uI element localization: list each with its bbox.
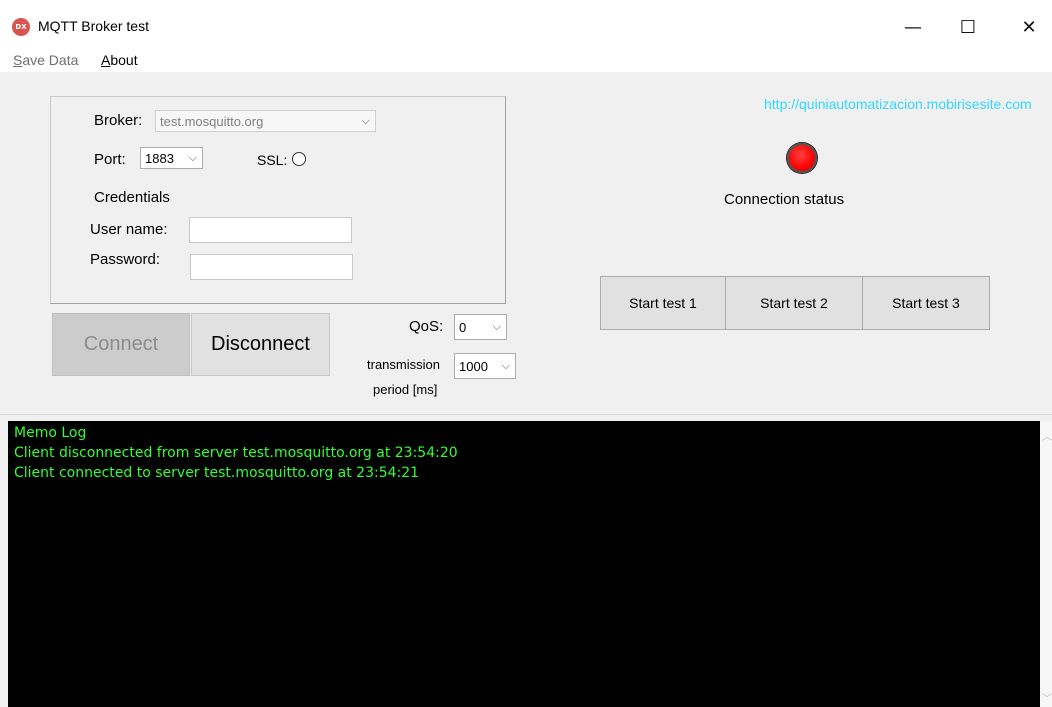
- connect-button[interactable]: Connect: [52, 313, 190, 376]
- menu-bar: [0, 50, 1052, 72]
- chevron-down-icon: ⌵: [361, 114, 370, 127]
- broker-label: Broker:: [94, 112, 143, 129]
- website-link[interactable]: http://quiniautomatizacion.mobirisesite.…: [764, 96, 1032, 112]
- start-test-1-button[interactable]: Start test 1: [600, 276, 726, 330]
- scroll-up-icon[interactable]: ︿: [1042, 428, 1052, 443]
- password-input[interactable]: [190, 254, 353, 280]
- password-label: Password:: [90, 251, 161, 268]
- port-select[interactable]: 1883 ⌵: [140, 147, 203, 169]
- start-test-2-button[interactable]: Start test 2: [725, 276, 863, 330]
- qos-select[interactable]: 0 ⌵: [454, 314, 507, 340]
- disconnect-button[interactable]: Disconnect: [191, 313, 330, 376]
- minimize-button[interactable]: —: [890, 12, 936, 42]
- menu-save-data[interactable]: Save Data: [13, 52, 78, 68]
- connection-status-label: Connection status: [724, 191, 845, 208]
- transmission-period-value: 1000: [459, 358, 488, 374]
- username-input[interactable]: [189, 217, 352, 243]
- broker-value: test.mosquitto.org: [160, 113, 264, 129]
- broker-select[interactable]: test.mosquitto.org ⌵: [155, 110, 376, 132]
- memo-line: Client connected to server test.mosquitt…: [14, 465, 420, 481]
- credentials-label: Credentials: [94, 189, 170, 206]
- window-title: MQTT Broker test: [38, 18, 149, 34]
- chevron-down-icon: ⌵: [501, 359, 510, 372]
- maximize-button[interactable]: ☐: [945, 12, 991, 42]
- qos-value: 0: [459, 319, 467, 335]
- connection-status-led: [787, 143, 817, 173]
- close-button[interactable]: ✕: [1006, 12, 1052, 42]
- start-test-3-button[interactable]: Start test 3: [862, 276, 990, 330]
- chevron-down-icon: ⌵: [188, 151, 197, 164]
- memo-scrollbar[interactable]: [1040, 421, 1052, 707]
- memo-line: Memo Log: [14, 425, 87, 441]
- ssl-radio[interactable]: [292, 152, 306, 166]
- username-label: User name:: [90, 221, 168, 238]
- port-value: 1883: [145, 150, 174, 166]
- ssl-label: SSL:: [257, 152, 288, 168]
- transmission-period-select[interactable]: 1000 ⌵: [454, 353, 516, 379]
- scroll-down-icon[interactable]: ﹀: [1042, 690, 1052, 705]
- app-icon: DX: [12, 18, 30, 36]
- memo-line: Client disconnected from server test.mos…: [14, 445, 458, 461]
- transmission-label: transmission: [367, 357, 440, 372]
- period-label: period [ms]: [373, 382, 438, 397]
- menu-about[interactable]: About: [101, 52, 138, 68]
- port-label: Port:: [94, 151, 126, 168]
- memo-log[interactable]: [8, 421, 1040, 707]
- chevron-down-icon: ⌵: [492, 320, 501, 333]
- qos-label: QoS:: [409, 318, 444, 335]
